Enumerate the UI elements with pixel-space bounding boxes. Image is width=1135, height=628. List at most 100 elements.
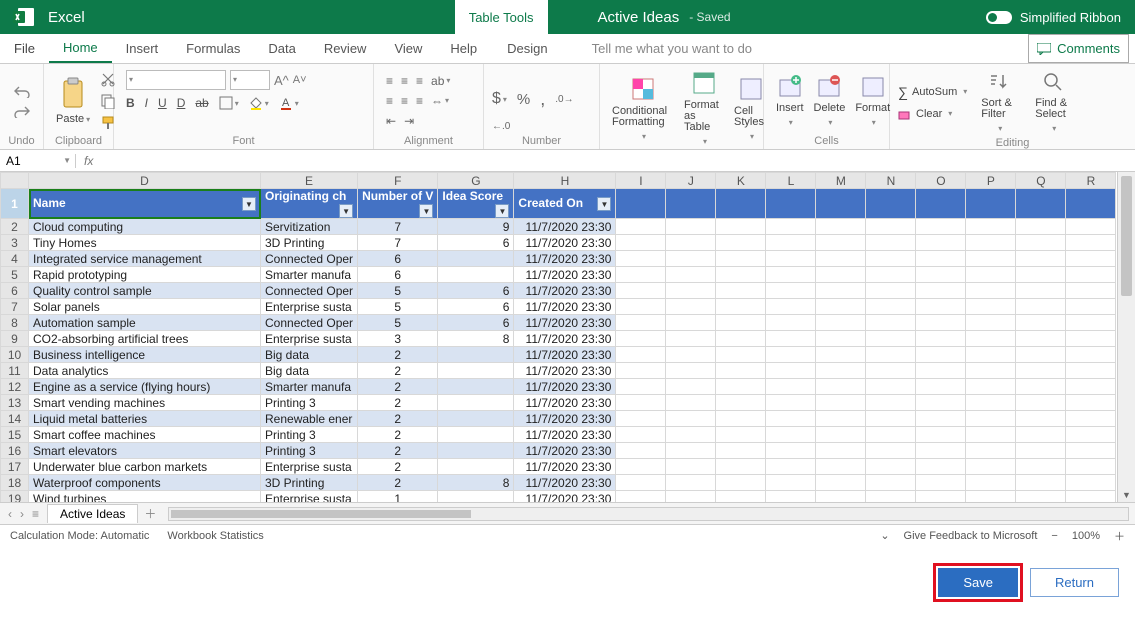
cell[interactable] <box>716 491 766 503</box>
wrap-text-button[interactable]: ab <box>431 74 450 88</box>
cell[interactable] <box>616 459 666 475</box>
cell-votes[interactable]: 2 <box>358 363 438 379</box>
cell[interactable] <box>816 331 866 347</box>
align-right-button[interactable]: ≡ <box>416 94 423 108</box>
cell-orig[interactable]: Servitization <box>261 219 358 235</box>
cell[interactable] <box>966 363 1016 379</box>
cell-name[interactable]: Wind turbines <box>29 491 261 503</box>
cell[interactable] <box>666 395 716 411</box>
return-button[interactable]: Return <box>1030 568 1119 597</box>
cell[interactable] <box>916 283 966 299</box>
cell-orig[interactable]: Renewable ener <box>261 411 358 427</box>
row-header[interactable]: 12 <box>1 379 29 395</box>
cell-orig[interactable]: 3D Printing <box>261 475 358 491</box>
cell[interactable] <box>1066 379 1116 395</box>
cell[interactable] <box>866 315 916 331</box>
cell-name[interactable]: Rapid prototyping <box>29 267 261 283</box>
cell[interactable] <box>716 395 766 411</box>
increase-indent-button[interactable]: ⇥ <box>404 114 414 128</box>
cell-score[interactable] <box>438 427 514 443</box>
clear-button[interactable]: Clear <box>898 108 967 120</box>
cell[interactable] <box>766 299 816 315</box>
cell[interactable] <box>766 219 816 235</box>
filter-icon[interactable]: ▼ <box>419 204 433 218</box>
cell-orig[interactable]: Smarter manufa <box>261 267 358 283</box>
cell[interactable] <box>766 189 816 219</box>
feedback-link[interactable]: Give Feedback to Microsoft <box>904 530 1038 542</box>
cell[interactable] <box>966 219 1016 235</box>
align-left-button[interactable]: ≡ <box>386 94 393 108</box>
cell-score[interactable] <box>438 251 514 267</box>
cell[interactable] <box>866 395 916 411</box>
row-header[interactable]: 7 <box>1 299 29 315</box>
cell-votes[interactable]: 5 <box>358 299 438 315</box>
cell-created[interactable]: 11/7/2020 23:30 <box>514 411 616 427</box>
undo-button[interactable] <box>13 84 31 98</box>
cell[interactable] <box>666 491 716 503</box>
cell[interactable] <box>966 283 1016 299</box>
col-header[interactable]: H <box>514 173 616 189</box>
cell-name[interactable]: Smart coffee machines <box>29 427 261 443</box>
cell[interactable] <box>616 427 666 443</box>
cell-created[interactable]: 11/7/2020 23:30 <box>514 331 616 347</box>
cell-created[interactable]: 11/7/2020 23:30 <box>514 267 616 283</box>
cell[interactable] <box>1016 189 1066 219</box>
cell-orig[interactable]: Printing 3 <box>261 395 358 411</box>
cell[interactable] <box>766 459 816 475</box>
cell[interactable] <box>1066 443 1116 459</box>
status-dropdown[interactable]: ⌄ <box>880 529 889 542</box>
cell[interactable] <box>966 411 1016 427</box>
cell[interactable] <box>1066 475 1116 491</box>
cell[interactable] <box>766 283 816 299</box>
cell-created[interactable]: 11/7/2020 23:30 <box>514 315 616 331</box>
row-header[interactable]: 19 <box>1 491 29 503</box>
cell-score[interactable]: 6 <box>438 235 514 251</box>
font-name-select[interactable] <box>126 70 226 90</box>
align-middle-button[interactable]: ≡ <box>401 74 408 88</box>
cell[interactable] <box>966 267 1016 283</box>
sheet-prev-button[interactable]: ‹ <box>8 507 12 521</box>
cell[interactable] <box>1016 411 1066 427</box>
cell[interactable] <box>1066 363 1116 379</box>
cell[interactable] <box>666 267 716 283</box>
zoom-in-button[interactable]: ＋ <box>1114 528 1125 544</box>
table-header-cell[interactable]: Originating ch▼ <box>261 189 358 219</box>
cell[interactable] <box>816 251 866 267</box>
cell[interactable] <box>816 379 866 395</box>
filter-icon[interactable]: ▼ <box>339 204 353 218</box>
cell[interactable] <box>866 411 916 427</box>
cell[interactable] <box>716 411 766 427</box>
cell[interactable] <box>616 267 666 283</box>
cell-orig[interactable]: Connected Oper <box>261 251 358 267</box>
cell-created[interactable]: 11/7/2020 23:30 <box>514 235 616 251</box>
cell[interactable] <box>1016 443 1066 459</box>
cell[interactable] <box>766 379 816 395</box>
cell-orig[interactable]: Big data <box>261 347 358 363</box>
cell[interactable] <box>1016 363 1066 379</box>
cell-orig[interactable]: Printing 3 <box>261 427 358 443</box>
cell-score[interactable]: 8 <box>438 331 514 347</box>
cell[interactable] <box>666 219 716 235</box>
cell[interactable] <box>916 235 966 251</box>
cell[interactable] <box>666 363 716 379</box>
cell[interactable] <box>866 189 916 219</box>
cell-score[interactable]: 6 <box>438 315 514 331</box>
cell[interactable] <box>1016 491 1066 503</box>
col-header[interactable]: F <box>358 173 438 189</box>
toggle-icon[interactable] <box>986 11 1012 24</box>
cell-votes[interactable]: 6 <box>358 267 438 283</box>
cell[interactable] <box>866 251 916 267</box>
cell-created[interactable]: 11/7/2020 23:30 <box>514 443 616 459</box>
cell[interactable] <box>616 189 666 219</box>
row-header[interactable]: 18 <box>1 475 29 491</box>
cell[interactable] <box>1016 283 1066 299</box>
cell[interactable] <box>1066 283 1116 299</box>
cell[interactable] <box>1066 491 1116 503</box>
cell[interactable] <box>1016 235 1066 251</box>
cell-votes[interactable]: 7 <box>358 235 438 251</box>
sheet-next-button[interactable]: › <box>20 507 24 521</box>
cell[interactable] <box>1016 427 1066 443</box>
col-header[interactable]: R <box>1066 173 1116 189</box>
sheet-tab-active[interactable]: Active Ideas <box>47 504 138 523</box>
tab-file[interactable]: File <box>0 34 49 63</box>
